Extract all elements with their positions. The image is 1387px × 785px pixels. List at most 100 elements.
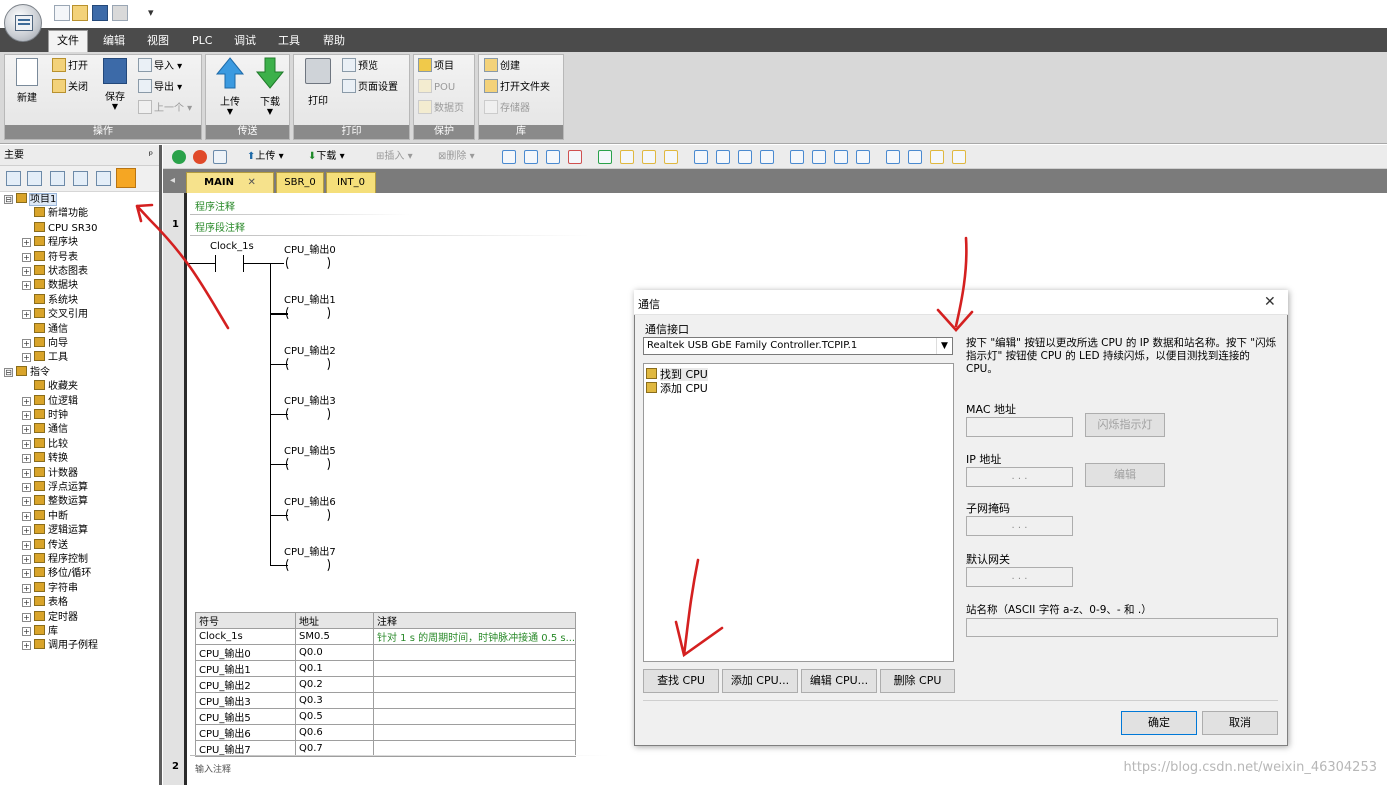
tab-sbr0[interactable]: SBR_0	[276, 172, 324, 193]
tree-item[interactable]: ⊟ 项目1	[4, 193, 58, 207]
list-item-add-cpu[interactable]: 添加 CPU	[646, 380, 708, 396]
expand-icon[interactable]: +	[22, 526, 31, 536]
toolbar-icon[interactable]	[908, 150, 922, 164]
toolbar-icon[interactable]	[790, 150, 804, 164]
tree-item[interactable]: + 定时器	[22, 610, 78, 625]
coil-left-paren[interactable]	[286, 556, 296, 573]
view-button-4-icon[interactable]	[73, 171, 88, 186]
expand-icon[interactable]: +	[22, 540, 31, 550]
collapse-icon[interactable]: ⊟	[4, 367, 13, 377]
tree-item[interactable]: + 工具	[22, 351, 68, 365]
customize-qat-icon[interactable]: ▾	[148, 6, 154, 19]
export-button[interactable]: 导出 ▾	[138, 79, 182, 97]
expand-icon[interactable]: +	[22, 583, 31, 593]
tree-item[interactable]: + 库	[22, 625, 58, 639]
tree-item[interactable]: + 整数运算	[22, 495, 88, 509]
edit-cpu-button[interactable]: 编辑 CPU...	[801, 669, 877, 693]
page-setup-button[interactable]: 页面设置	[342, 79, 398, 97]
toolbar-icon[interactable]	[642, 150, 656, 164]
expand-icon[interactable]: +	[22, 353, 31, 363]
collapse-icon[interactable]: ⊟	[4, 195, 13, 204]
coil-right-paren[interactable]	[320, 506, 330, 523]
coil-right-paren[interactable]	[320, 556, 330, 573]
expand-icon[interactable]: +	[22, 411, 31, 420]
network-comment[interactable]: 输入注释	[195, 762, 231, 775]
tree-item[interactable]: + 程序控制	[22, 553, 88, 567]
application-menu-button[interactable]	[4, 4, 42, 42]
table-row[interactable]: Clock_1s SM0.5 针对 1 s 的周期时间，时钟脉冲接通 0.5 s..…	[195, 628, 576, 645]
tree-item[interactable]: + 传送	[22, 538, 68, 553]
coil-left-paren[interactable]	[286, 405, 296, 422]
expand-icon[interactable]: +	[22, 483, 31, 492]
expand-icon[interactable]: +	[22, 468, 31, 478]
tree-item[interactable]: + 浮点运算	[22, 481, 88, 495]
expand-icon[interactable]: +	[22, 641, 31, 651]
toolbar-icon[interactable]	[568, 150, 582, 164]
library-memory-button[interactable]: 存储器	[484, 100, 530, 118]
toolbar-download-button[interactable]: ⬇下载 ▾	[308, 150, 345, 164]
find-cpu-button[interactable]: 查找 CPU	[643, 669, 719, 693]
stop-icon[interactable]	[193, 150, 207, 164]
tree-item[interactable]: + 比较	[22, 437, 68, 452]
expand-icon[interactable]: +	[22, 612, 31, 622]
expand-icon[interactable]: +	[22, 267, 31, 276]
coil-right-paren[interactable]	[320, 355, 330, 372]
table-row[interactable]: CPU_输出2 Q0.2	[195, 676, 576, 693]
program-comment[interactable]: 程序注释	[195, 198, 235, 213]
expand-icon[interactable]: +	[22, 252, 31, 262]
previous-button[interactable]: 上一个 ▾	[138, 100, 192, 118]
toolbar-delete-button[interactable]: ⊠删除 ▾	[438, 150, 475, 164]
menu-debug[interactable]: 调试	[234, 31, 256, 51]
toolbar-icon[interactable]	[812, 150, 826, 164]
expand-icon[interactable]: +	[22, 627, 31, 636]
view-button-3-icon[interactable]	[50, 171, 65, 186]
menu-plc[interactable]: PLC	[192, 31, 212, 51]
view-button-1-icon[interactable]	[6, 171, 21, 186]
tab-scroll-left-icon[interactable]: ◂	[170, 175, 175, 186]
toolbar-icon[interactable]	[760, 150, 774, 164]
expand-icon[interactable]: +	[22, 454, 31, 464]
expand-icon[interactable]: +	[22, 396, 31, 406]
coil-left-paren[interactable]	[286, 506, 296, 523]
tree-item[interactable]: + 向导	[22, 337, 68, 351]
delete-cpu-button[interactable]: 删除 CPU	[880, 669, 955, 693]
tree-item[interactable]: + 交叉引用	[22, 308, 88, 322]
new-file-icon[interactable]	[54, 5, 70, 21]
toolbar-icon[interactable]	[738, 150, 752, 164]
table-row[interactable]: CPU_输出5 Q0.5	[195, 708, 576, 725]
protect-pou-button[interactable]: POU	[418, 79, 455, 97]
protect-project-button[interactable]: 项目	[418, 58, 454, 76]
menu-help[interactable]: 帮助	[323, 31, 345, 51]
expand-icon[interactable]: +	[22, 598, 31, 608]
toolbar-insert-button[interactable]: ⊞插入 ▾	[376, 150, 413, 164]
tree-item[interactable]: 系统块	[22, 293, 78, 308]
tree-item[interactable]: + 程序块	[22, 236, 78, 250]
import-button[interactable]: 导入 ▾	[138, 58, 182, 76]
tree-item[interactable]: + 状态图表	[22, 265, 88, 279]
table-row[interactable]: CPU_输出0 Q0.0	[195, 644, 576, 661]
menu-file[interactable]: 文件	[48, 30, 88, 52]
coil-right-paren[interactable]	[320, 255, 330, 271]
save-button[interactable]: 保存 ▼	[100, 58, 130, 111]
tree-item[interactable]: ⊟ 指令	[4, 365, 50, 380]
toolbar-icon[interactable]	[524, 150, 538, 164]
toolbar-upload-button[interactable]: ⬆上传 ▾	[247, 150, 284, 164]
save-disk-icon[interactable]	[92, 5, 108, 21]
cpu-list[interactable]	[643, 363, 954, 662]
toolbar-icon[interactable]	[620, 150, 634, 164]
tree-item[interactable]: + 调用子例程	[22, 639, 98, 653]
coil-right-paren[interactable]	[320, 405, 330, 422]
expand-icon[interactable]: +	[22, 310, 31, 320]
expand-icon[interactable]: +	[22, 238, 31, 248]
toolbar-icon[interactable]	[502, 150, 516, 164]
compile-icon[interactable]	[213, 150, 227, 164]
toolbar-icon[interactable]	[834, 150, 848, 164]
upload-button[interactable]: 上传 ▼	[212, 56, 248, 116]
toolbar-icon[interactable]	[856, 150, 870, 164]
table-row[interactable]: CPU_输出1 Q0.1	[195, 660, 576, 677]
toolbar-icon[interactable]	[546, 150, 560, 164]
ok-button[interactable]: 确定	[1121, 711, 1197, 735]
tree-item[interactable]: + 时钟	[22, 409, 68, 423]
print-icon[interactable]	[112, 5, 128, 21]
blink-led-button[interactable]: 闪烁指示灯	[1085, 413, 1165, 437]
